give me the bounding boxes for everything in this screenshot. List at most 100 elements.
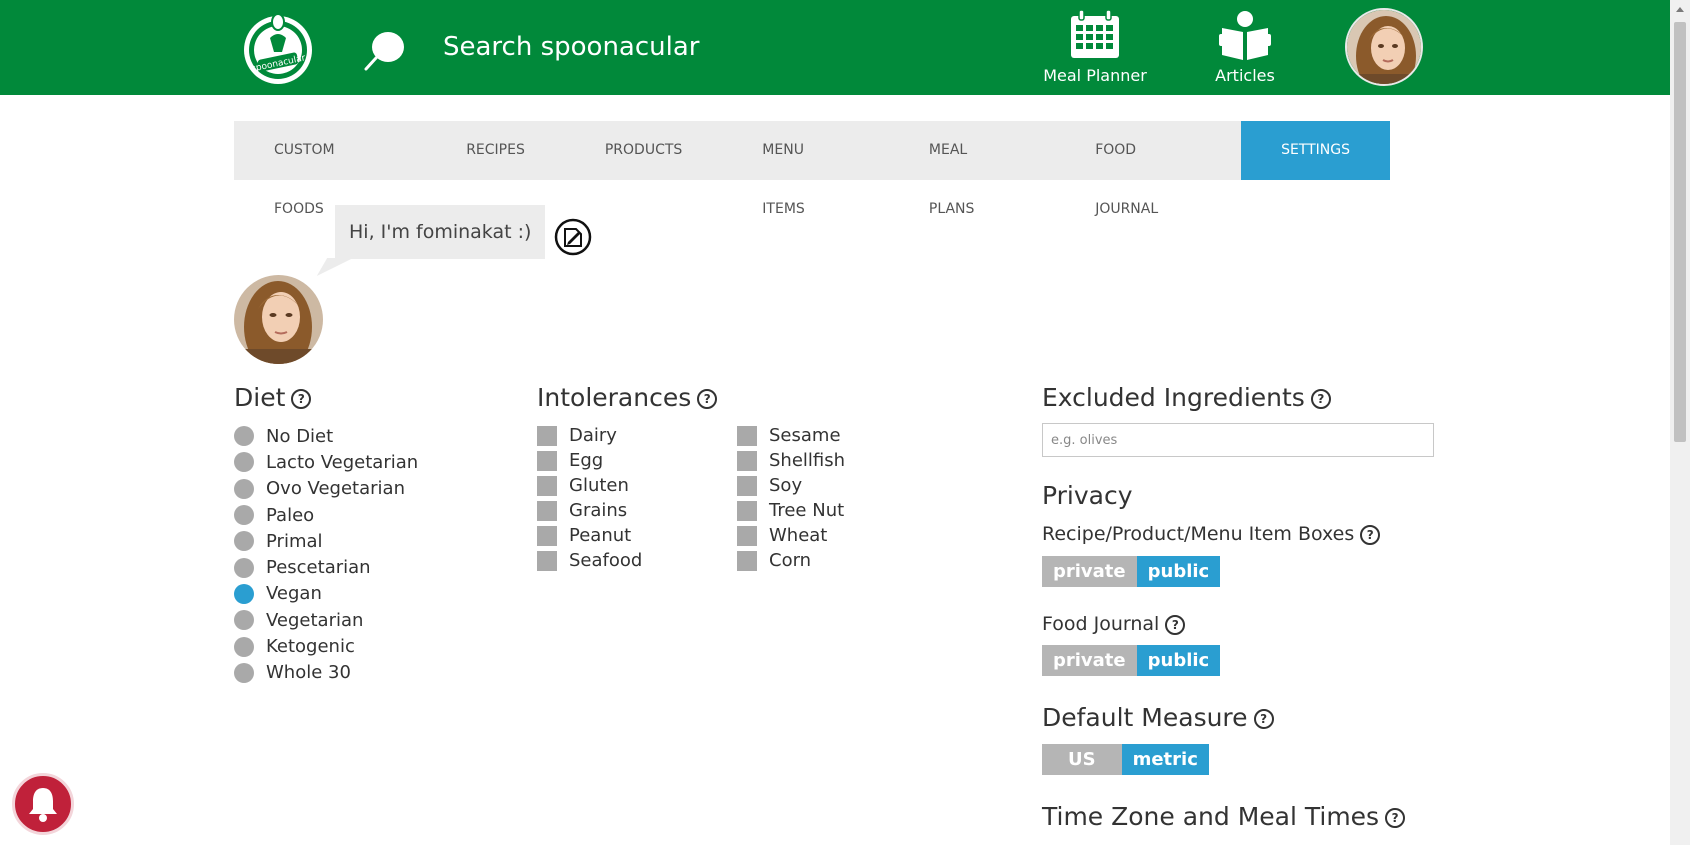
excluded-title-text: Excluded Ingredients <box>1042 383 1305 412</box>
diet-option-label: Lacto Vegetarian <box>266 451 419 473</box>
intolerances-help-icon[interactable]: ? <box>697 389 718 409</box>
settings-tabs: CUSTOM FOODS RECIPES PRODUCTS MENU ITEMS… <box>234 121 1390 217</box>
diet-options: No Diet Lacto Vegetarian Ovo Vegetarian … <box>234 423 418 686</box>
checkbox-icon[interactable] <box>737 500 757 521</box>
diet-option-lacto-vegetarian[interactable]: Lacto Vegetarian <box>234 449 418 475</box>
measure-metric-button[interactable]: metric <box>1121 744 1209 775</box>
radio-icon[interactable] <box>234 426 254 447</box>
excluded-ingredients-input[interactable] <box>1042 423 1434 457</box>
intolerance-tree-nut[interactable]: Tree Nut <box>737 498 845 523</box>
intolerances-column-2: Sesame Shellfish Soy Tree Nut Wheat Corn <box>737 423 845 573</box>
checkbox-icon[interactable] <box>737 425 757 446</box>
diet-option-label: Ovo Vegetarian <box>266 478 405 500</box>
diet-option-vegetarian[interactable]: Vegetarian <box>234 607 418 633</box>
diet-title-text: Diet <box>234 383 286 412</box>
diet-option-paleo[interactable]: Paleo <box>234 502 418 528</box>
intolerance-label: Grains <box>569 500 628 521</box>
intolerance-peanut[interactable]: Peanut <box>537 523 642 548</box>
diet-option-label: Vegan <box>266 583 322 605</box>
spoonacular-logo[interactable]: spoonacular <box>240 8 316 86</box>
radio-icon[interactable] <box>234 452 254 473</box>
radio-icon[interactable] <box>234 662 254 683</box>
measure-help-icon[interactable]: ? <box>1253 709 1274 729</box>
radio-icon[interactable] <box>234 636 254 657</box>
measure-us-button[interactable]: US <box>1042 744 1122 775</box>
diet-option-ovo-vegetarian[interactable]: Ovo Vegetarian <box>234 476 418 502</box>
intolerance-dairy[interactable]: Dairy <box>537 423 642 448</box>
search-input[interactable]: Search spoonacular <box>443 32 699 62</box>
diet-option-pescetarian[interactable]: Pescetarian <box>234 554 418 580</box>
checkbox-icon[interactable] <box>537 425 557 446</box>
journal-privacy-help-icon[interactable]: ? <box>1165 614 1186 635</box>
tab-meal-plans[interactable]: MEAL PLANS <box>889 121 1055 217</box>
diet-option-vegan[interactable]: Vegan <box>234 581 418 607</box>
journal-privacy-text: Food Journal <box>1042 613 1160 635</box>
checkbox-icon[interactable] <box>537 525 557 546</box>
radio-icon[interactable] <box>234 557 254 578</box>
intolerance-label: Wheat <box>769 525 828 546</box>
diet-option-whole-30[interactable]: Whole 30 <box>234 660 418 686</box>
diet-help-icon[interactable]: ? <box>291 389 312 409</box>
intolerance-corn[interactable]: Corn <box>737 548 845 573</box>
intolerance-soy[interactable]: Soy <box>737 473 845 498</box>
edit-profile-icon[interactable] <box>554 218 592 256</box>
notification-bell-button[interactable] <box>12 773 74 835</box>
checkbox-icon[interactable] <box>537 550 557 571</box>
radio-icon[interactable] <box>234 531 254 552</box>
intolerance-egg[interactable]: Egg <box>537 448 642 473</box>
book-reader-icon <box>1219 11 1271 60</box>
profile-avatar[interactable] <box>234 275 323 364</box>
meal-planner-link[interactable]: Meal Planner <box>1040 10 1150 85</box>
diet-option-label: Paleo <box>266 504 315 526</box>
boxes-privacy-help-icon[interactable]: ? <box>1360 524 1381 545</box>
page-scrollbar[interactable] <box>1670 0 1690 845</box>
tab-recipes[interactable]: RECIPES <box>426 121 565 180</box>
articles-link[interactable]: Articles <box>1195 10 1295 85</box>
tab-settings[interactable]: SETTINGS <box>1241 121 1390 180</box>
diet-option-primal[interactable]: Primal <box>234 528 418 554</box>
journal-privacy-label: Food Journal? <box>1042 613 1186 635</box>
intolerance-label: Peanut <box>569 525 632 546</box>
search-icon[interactable] <box>362 30 406 72</box>
diet-option-ketogenic[interactable]: Ketogenic <box>234 633 418 659</box>
checkbox-icon[interactable] <box>737 550 757 571</box>
checkbox-icon[interactable] <box>737 450 757 471</box>
checkbox-icon[interactable] <box>537 450 557 471</box>
radio-icon[interactable] <box>234 610 254 631</box>
checkbox-icon[interactable] <box>537 475 557 496</box>
tab-menu-items[interactable]: MENU ITEMS <box>722 121 889 217</box>
diet-option-label: Ketogenic <box>266 636 355 658</box>
intolerance-sesame[interactable]: Sesame <box>737 423 845 448</box>
diet-option-label: Primal <box>266 530 323 552</box>
scroll-up-arrow-icon[interactable] <box>1670 0 1690 18</box>
intolerance-grains[interactable]: Grains <box>537 498 642 523</box>
radio-selected-icon[interactable] <box>234 583 254 604</box>
checkbox-icon[interactable] <box>737 475 757 496</box>
radio-icon[interactable] <box>234 505 254 526</box>
user-avatar[interactable] <box>1345 8 1423 86</box>
intolerances-title: Intolerances? <box>537 383 718 412</box>
tab-custom-foods[interactable]: CUSTOM FOODS <box>234 121 426 217</box>
journal-public-button[interactable]: public <box>1136 645 1221 676</box>
timezone-title-text: Time Zone and Meal Times <box>1042 802 1380 831</box>
timezone-help-icon[interactable]: ? <box>1385 808 1406 828</box>
tab-food-journal[interactable]: FOOD JOURNAL <box>1055 121 1241 217</box>
tab-products[interactable]: PRODUCTS <box>565 121 722 180</box>
timezone-title: Time Zone and Meal Times? <box>1042 802 1406 831</box>
scrollbar-thumb[interactable] <box>1674 22 1686 442</box>
excluded-help-icon[interactable]: ? <box>1310 389 1331 409</box>
checkbox-icon[interactable] <box>537 500 557 521</box>
intolerance-seafood[interactable]: Seafood <box>537 548 642 573</box>
boxes-private-button[interactable]: private <box>1042 556 1137 587</box>
boxes-public-button[interactable]: public <box>1136 556 1221 587</box>
intolerance-label: Egg <box>569 450 604 471</box>
intolerance-shellfish[interactable]: Shellfish <box>737 448 845 473</box>
diet-option-no-diet[interactable]: No Diet <box>234 423 418 449</box>
radio-icon[interactable] <box>234 478 254 499</box>
boxes-privacy-text: Recipe/Product/Menu Item Boxes <box>1042 523 1355 545</box>
intolerance-label: Shellfish <box>769 450 846 471</box>
checkbox-icon[interactable] <box>737 525 757 546</box>
intolerance-wheat[interactable]: Wheat <box>737 523 845 548</box>
journal-private-button[interactable]: private <box>1042 645 1137 676</box>
intolerance-gluten[interactable]: Gluten <box>537 473 642 498</box>
